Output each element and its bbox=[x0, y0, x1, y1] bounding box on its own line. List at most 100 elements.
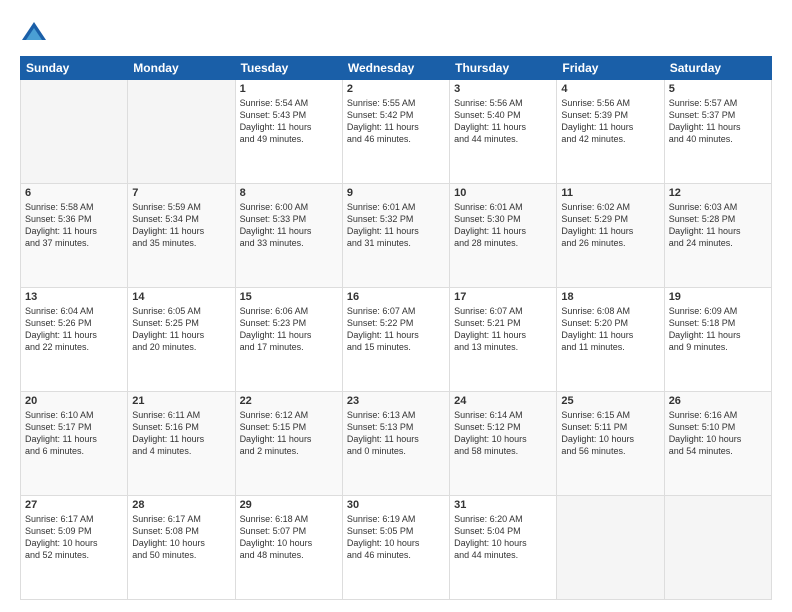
weekday-header-row: SundayMondayTuesdayWednesdayThursdayFrid… bbox=[21, 57, 772, 80]
day-cell: 6 Sunrise: 5:58 AM Sunset: 5:36 PM Daylig… bbox=[21, 184, 128, 288]
day-number: 17 bbox=[454, 291, 552, 303]
day-cell: 1 Sunrise: 5:54 AM Sunset: 5:43 PM Daylig… bbox=[235, 80, 342, 184]
day-info: Sunrise: 6:00 AM Sunset: 5:33 PM Dayligh… bbox=[240, 201, 338, 250]
logo bbox=[20, 20, 52, 48]
weekday-saturday: Saturday bbox=[664, 57, 771, 80]
day-info: Sunrise: 5:57 AM Sunset: 5:37 PM Dayligh… bbox=[669, 97, 767, 146]
day-info: Sunrise: 6:08 AM Sunset: 5:20 PM Dayligh… bbox=[561, 305, 659, 354]
day-number: 23 bbox=[347, 395, 445, 407]
header bbox=[20, 16, 772, 48]
day-cell: 4 Sunrise: 5:56 AM Sunset: 5:39 PM Daylig… bbox=[557, 80, 664, 184]
day-info: Sunrise: 6:09 AM Sunset: 5:18 PM Dayligh… bbox=[669, 305, 767, 354]
day-info: Sunrise: 5:54 AM Sunset: 5:43 PM Dayligh… bbox=[240, 97, 338, 146]
day-number: 12 bbox=[669, 187, 767, 199]
day-info: Sunrise: 5:59 AM Sunset: 5:34 PM Dayligh… bbox=[132, 201, 230, 250]
day-number: 4 bbox=[561, 83, 659, 95]
day-cell: 23 Sunrise: 6:13 AM Sunset: 5:13 PM Dayli… bbox=[342, 392, 449, 496]
day-number: 18 bbox=[561, 291, 659, 303]
day-number: 1 bbox=[240, 83, 338, 95]
day-cell: 30Sunrise: 6:19 AM Sunset: 5:05 PM Dayli… bbox=[342, 496, 449, 600]
day-info: Sunrise: 6:01 AM Sunset: 5:32 PM Dayligh… bbox=[347, 201, 445, 250]
week-row-5: 27 Sunrise: 6:17 AM Sunset: 5:09 PM Dayli… bbox=[21, 496, 772, 600]
day-info: Sunrise: 6:17 AM Sunset: 5:09 PM Dayligh… bbox=[25, 513, 123, 562]
day-number: 29 bbox=[240, 499, 338, 511]
day-cell: 15Sunrise: 6:06 AM Sunset: 5:23 PM Dayli… bbox=[235, 288, 342, 392]
day-number: 10 bbox=[454, 187, 552, 199]
day-cell: 18 Sunrise: 6:08 AM Sunset: 5:20 PM Dayli… bbox=[557, 288, 664, 392]
day-cell: 26 Sunrise: 6:16 AM Sunset: 5:10 PM Dayli… bbox=[664, 392, 771, 496]
day-cell: 17Sunrise: 6:07 AM Sunset: 5:21 PM Dayli… bbox=[450, 288, 557, 392]
day-cell bbox=[557, 496, 664, 600]
calendar-table: SundayMondayTuesdayWednesdayThursdayFrid… bbox=[20, 56, 772, 600]
day-cell bbox=[664, 496, 771, 600]
day-info: Sunrise: 6:03 AM Sunset: 5:28 PM Dayligh… bbox=[669, 201, 767, 250]
day-cell bbox=[21, 80, 128, 184]
week-row-2: 6 Sunrise: 5:58 AM Sunset: 5:36 PM Daylig… bbox=[21, 184, 772, 288]
day-info: Sunrise: 6:15 AM Sunset: 5:11 PM Dayligh… bbox=[561, 409, 659, 458]
day-cell: 5 Sunrise: 5:57 AM Sunset: 5:37 PM Daylig… bbox=[664, 80, 771, 184]
day-number: 31 bbox=[454, 499, 552, 511]
day-cell: 2 Sunrise: 5:55 AM Sunset: 5:42 PM Daylig… bbox=[342, 80, 449, 184]
day-info: Sunrise: 6:12 AM Sunset: 5:15 PM Dayligh… bbox=[240, 409, 338, 458]
day-number: 7 bbox=[132, 187, 230, 199]
weekday-wednesday: Wednesday bbox=[342, 57, 449, 80]
day-number: 6 bbox=[25, 187, 123, 199]
day-info: Sunrise: 6:10 AM Sunset: 5:17 PM Dayligh… bbox=[25, 409, 123, 458]
day-info: Sunrise: 6:16 AM Sunset: 5:10 PM Dayligh… bbox=[669, 409, 767, 458]
day-number: 19 bbox=[669, 291, 767, 303]
day-cell: 28Sunrise: 6:17 AM Sunset: 5:08 PM Dayli… bbox=[128, 496, 235, 600]
day-number: 21 bbox=[132, 395, 230, 407]
day-cell: 29 Sunrise: 6:18 AM Sunset: 5:07 PM Dayli… bbox=[235, 496, 342, 600]
week-row-1: 1 Sunrise: 5:54 AM Sunset: 5:43 PM Daylig… bbox=[21, 80, 772, 184]
day-number: 5 bbox=[669, 83, 767, 95]
day-number: 25 bbox=[561, 395, 659, 407]
day-info: Sunrise: 6:01 AM Sunset: 5:30 PM Dayligh… bbox=[454, 201, 552, 250]
week-row-4: 20 Sunrise: 6:10 AM Sunset: 5:17 PM Dayli… bbox=[21, 392, 772, 496]
day-cell: 9 Sunrise: 6:01 AM Sunset: 5:32 PM Daylig… bbox=[342, 184, 449, 288]
day-number: 14 bbox=[132, 291, 230, 303]
day-cell: 24Sunrise: 6:14 AM Sunset: 5:12 PM Dayli… bbox=[450, 392, 557, 496]
weekday-monday: Monday bbox=[128, 57, 235, 80]
day-cell: 25 Sunrise: 6:15 AM Sunset: 5:11 PM Dayli… bbox=[557, 392, 664, 496]
day-cell: 7 Sunrise: 5:59 AM Sunset: 5:34 PM Daylig… bbox=[128, 184, 235, 288]
day-number: 16 bbox=[347, 291, 445, 303]
day-cell: 14Sunrise: 6:05 AM Sunset: 5:25 PM Dayli… bbox=[128, 288, 235, 392]
day-number: 15 bbox=[240, 291, 338, 303]
day-number: 27 bbox=[25, 499, 123, 511]
day-info: Sunrise: 5:55 AM Sunset: 5:42 PM Dayligh… bbox=[347, 97, 445, 146]
day-info: Sunrise: 6:04 AM Sunset: 5:26 PM Dayligh… bbox=[25, 305, 123, 354]
weekday-tuesday: Tuesday bbox=[235, 57, 342, 80]
day-number: 11 bbox=[561, 187, 659, 199]
day-cell: 3Sunrise: 5:56 AM Sunset: 5:40 PM Daylig… bbox=[450, 80, 557, 184]
day-number: 22 bbox=[240, 395, 338, 407]
day-cell: 16 Sunrise: 6:07 AM Sunset: 5:22 PM Dayli… bbox=[342, 288, 449, 392]
day-info: Sunrise: 5:58 AM Sunset: 5:36 PM Dayligh… bbox=[25, 201, 123, 250]
day-cell: 19 Sunrise: 6:09 AM Sunset: 5:18 PM Dayli… bbox=[664, 288, 771, 392]
day-cell: 8Sunrise: 6:00 AM Sunset: 5:33 PM Daylig… bbox=[235, 184, 342, 288]
day-cell: 31 Sunrise: 6:20 AM Sunset: 5:04 PM Dayli… bbox=[450, 496, 557, 600]
day-number: 9 bbox=[347, 187, 445, 199]
day-info: Sunrise: 6:07 AM Sunset: 5:22 PM Dayligh… bbox=[347, 305, 445, 354]
day-info: Sunrise: 6:18 AM Sunset: 5:07 PM Dayligh… bbox=[240, 513, 338, 562]
day-number: 2 bbox=[347, 83, 445, 95]
day-cell bbox=[128, 80, 235, 184]
day-number: 13 bbox=[25, 291, 123, 303]
day-cell: 22 Sunrise: 6:12 AM Sunset: 5:15 PM Dayli… bbox=[235, 392, 342, 496]
day-cell: 12 Sunrise: 6:03 AM Sunset: 5:28 PM Dayli… bbox=[664, 184, 771, 288]
day-number: 30 bbox=[347, 499, 445, 511]
day-number: 20 bbox=[25, 395, 123, 407]
day-info: Sunrise: 6:14 AM Sunset: 5:12 PM Dayligh… bbox=[454, 409, 552, 458]
week-row-3: 13 Sunrise: 6:04 AM Sunset: 5:26 PM Dayli… bbox=[21, 288, 772, 392]
day-number: 26 bbox=[669, 395, 767, 407]
day-cell: 13 Sunrise: 6:04 AM Sunset: 5:26 PM Dayli… bbox=[21, 288, 128, 392]
day-cell: 10 Sunrise: 6:01 AM Sunset: 5:30 PM Dayli… bbox=[450, 184, 557, 288]
day-info: Sunrise: 5:56 AM Sunset: 5:39 PM Dayligh… bbox=[561, 97, 659, 146]
logo-icon bbox=[20, 20, 48, 48]
day-cell: 11 Sunrise: 6:02 AM Sunset: 5:29 PM Dayli… bbox=[557, 184, 664, 288]
day-info: Sunrise: 6:20 AM Sunset: 5:04 PM Dayligh… bbox=[454, 513, 552, 562]
day-info: Sunrise: 6:13 AM Sunset: 5:13 PM Dayligh… bbox=[347, 409, 445, 458]
day-cell: 20 Sunrise: 6:10 AM Sunset: 5:17 PM Dayli… bbox=[21, 392, 128, 496]
day-info: Sunrise: 6:11 AM Sunset: 5:16 PM Dayligh… bbox=[132, 409, 230, 458]
day-info: Sunrise: 6:02 AM Sunset: 5:29 PM Dayligh… bbox=[561, 201, 659, 250]
day-info: Sunrise: 6:17 AM Sunset: 5:08 PM Dayligh… bbox=[132, 513, 230, 562]
